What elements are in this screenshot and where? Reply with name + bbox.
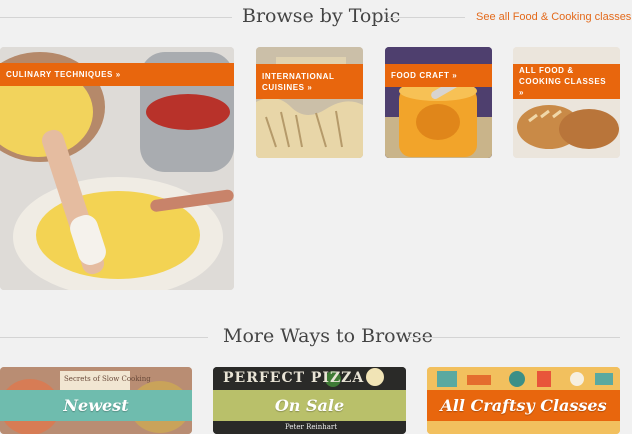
banner-newest: Newest	[0, 390, 192, 421]
divider-right	[387, 17, 465, 18]
tile-all-food-cooking-classes[interactable]: ALL FOOD & COOKING CLASSES »	[513, 47, 620, 158]
tile-label-all-food-cooking-classes: ALL FOOD & COOKING CLASSES »	[513, 64, 620, 99]
section-title-browse: Browse by Topic	[242, 5, 401, 27]
tile-label-international-cuisines: INTERNATIONAL CUISINES »	[256, 64, 363, 99]
divider-more-right	[408, 337, 620, 338]
tile-food-craft[interactable]: FOOD CRAFT »	[385, 47, 492, 158]
section-title-more-ways: More Ways to Browse	[223, 325, 433, 347]
tile-label-food-craft: FOOD CRAFT »	[385, 64, 492, 87]
card-on-sale[interactable]: PERFECT PIZZA On Sale Peter Reinhart	[213, 367, 406, 434]
divider-left	[0, 17, 232, 18]
card-all-craftsy-classes[interactable]: All Craftsy Classes	[427, 367, 620, 434]
tile-international-cuisines[interactable]: INTERNATIONAL CUISINES »	[256, 47, 363, 158]
banner-on-sale: On Sale	[213, 390, 406, 421]
card-newest[interactable]: Secrets of Slow Cooking Newest	[0, 367, 192, 434]
banner-all-craftsy-classes: All Craftsy Classes	[427, 390, 620, 421]
divider-more-left	[0, 337, 208, 338]
newest-cover-text: Secrets of Slow Cooking	[64, 375, 151, 383]
on-sale-cover-text: PERFECT PIZZA	[223, 370, 365, 386]
on-sale-author: Peter Reinhart	[285, 423, 338, 431]
tile-culinary-techniques[interactable]: CULINARY TECHNIQUES »	[0, 47, 234, 290]
see-all-food-cooking-link[interactable]: See all Food & Cooking classes »	[476, 11, 632, 23]
tile-label-culinary-techniques: CULINARY TECHNIQUES »	[0, 63, 234, 86]
